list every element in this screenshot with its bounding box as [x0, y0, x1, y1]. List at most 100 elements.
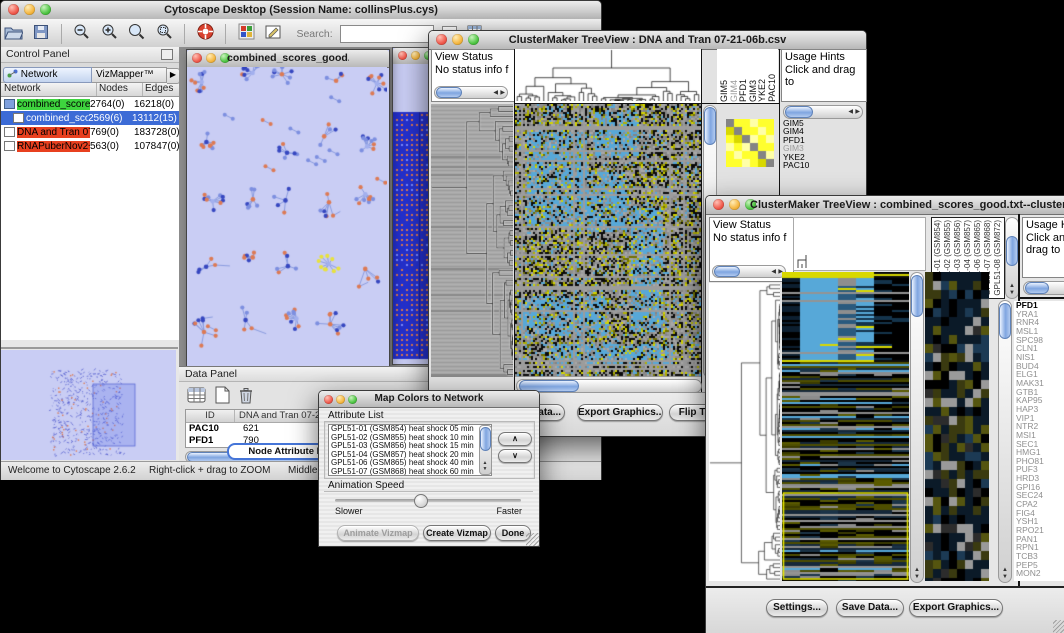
close-button[interactable]: [398, 51, 407, 60]
network-window-1-titlebar[interactable]: combined_scores_good.txt--cluste...: [187, 50, 389, 68]
tab-vizmapper[interactable]: VizMapper™: [92, 67, 167, 83]
scroll-up-icon[interactable]: ▲: [1002, 567, 1008, 573]
gene-label[interactable]: MON2: [1016, 569, 1064, 578]
close-button[interactable]: [713, 199, 724, 210]
tv2-button-bar: Settings... Save Data... Export Graphics…: [706, 586, 1064, 633]
scroll-down-icon[interactable]: ▼: [1002, 574, 1008, 580]
open-file-icon[interactable]: [4, 24, 23, 45]
attribute-list-item[interactable]: GPL51-07 (GSM868) heat shock 60 min: [329, 468, 491, 476]
tv2-zoom-view[interactable]: [925, 272, 989, 581]
tv1-view-status-text: No status info f: [435, 64, 515, 77]
network-folder-icon: [4, 99, 15, 109]
scroll-right-icon[interactable]: ▶: [855, 109, 860, 115]
zoom-in-icon[interactable]: [101, 23, 118, 45]
scroll-down-icon[interactable]: ▼: [1009, 290, 1015, 296]
toolbar-separator: [184, 24, 185, 44]
birdseye-view-canvas[interactable]: [1, 350, 176, 460]
tv1-column-label[interactable]: PFD1: [738, 79, 748, 102]
scroll-down-icon[interactable]: ▼: [483, 466, 488, 472]
move-up-button[interactable]: ∧: [498, 432, 532, 446]
tv2-heatmap-vscrollbar[interactable]: ▲ ▼: [910, 272, 924, 583]
float-panel-icon[interactable]: [161, 49, 173, 60]
tv2-settings-button[interactable]: Settings...: [766, 599, 828, 617]
network-file-icon: [13, 113, 24, 123]
tv2-column-label[interactable]: GPL51-08 (GSM872): [993, 220, 1002, 296]
minimize-button[interactable]: [729, 199, 740, 210]
scroll-up-icon[interactable]: ▲: [914, 567, 920, 573]
tv1-row-dendrogram[interactable]: [431, 104, 513, 377]
minimize-button[interactable]: [24, 4, 35, 15]
minimize-button[interactable]: [206, 53, 216, 63]
tv1-column-dendrogram[interactable]: [515, 49, 701, 103]
tv2-view-status-hscrollbar[interactable]: ◀ ▶: [712, 265, 786, 278]
scroll-right-icon[interactable]: ▶: [500, 90, 505, 96]
zoom-button[interactable]: [348, 395, 357, 404]
tab-network[interactable]: Network: [3, 67, 92, 83]
tv1-heatmap[interactable]: [515, 104, 701, 377]
col-header-nodes[interactable]: Nodes: [97, 83, 143, 96]
tv1-column-label[interactable]: YKE2: [757, 79, 767, 102]
move-down-button[interactable]: ∨: [498, 449, 532, 463]
tv1-row-label[interactable]: PAC10: [783, 161, 861, 169]
minimize-button[interactable]: [452, 34, 463, 45]
speed-slider-thumb[interactable]: [414, 494, 428, 508]
zoom-out-icon[interactable]: [73, 23, 90, 45]
network-list-row[interactable]: RNAPuberNov2+l563(0)107847(0): [1, 139, 179, 153]
tv1-column-label[interactable]: GIM5: [719, 80, 729, 102]
attr-col-id[interactable]: ID: [186, 410, 235, 422]
treeview2-title: ClusterMaker TreeView : combined_scores_…: [750, 199, 1064, 211]
tv2-gene-list-vscrollbar[interactable]: ▲ ▼: [998, 300, 1012, 583]
delete-attribute-trash-icon[interactable]: [237, 386, 255, 409]
scroll-down-icon[interactable]: ▼: [914, 574, 920, 580]
toolbar-separator: [61, 24, 62, 44]
cytoscape-titlebar[interactable]: Cytoscape Desktop (Session Name: collins…: [1, 1, 601, 20]
col-header-network[interactable]: Network: [1, 83, 97, 96]
speed-slider-track[interactable]: [335, 499, 521, 502]
animate-v izmap-button[interactable]: Animate Vizmap: [337, 525, 419, 541]
treeview2-titlebar[interactable]: ClusterMaker TreeView : combined_scores_…: [706, 196, 1064, 215]
tv1-heatmap-hscrollbar[interactable]: [516, 379, 702, 393]
scroll-left-icon[interactable]: ◀: [848, 109, 853, 115]
close-button[interactable]: [324, 395, 333, 404]
network-list-row[interactable]: combined_scores2764(0)16218(0): [1, 97, 179, 111]
network-list-row[interactable]: DNA and Tran 07769(0)183728(0): [1, 125, 179, 139]
help-lifering-icon[interactable]: [197, 23, 214, 45]
network-canvas-1[interactable]: [187, 67, 387, 367]
col-header-edges[interactable]: Edges: [143, 83, 179, 96]
tv1-view-status-hscrollbar[interactable]: ◀ ▶: [434, 86, 508, 99]
tv2-heatmap[interactable]: [782, 272, 909, 581]
minimize-button[interactable]: [336, 395, 345, 404]
table-view-icon[interactable]: [187, 386, 207, 409]
close-button[interactable]: [436, 34, 447, 45]
zoom-fit-icon[interactable]: [156, 23, 173, 45]
tv2-column-dendrogram-area[interactable]: [793, 217, 926, 271]
tv2-save-data-button[interactable]: Save Data...: [836, 599, 904, 617]
minimize-button[interactable]: [411, 51, 420, 60]
save-icon[interactable]: [33, 24, 49, 45]
dialog-titlebar[interactable]: Map Colors to Network: [319, 391, 539, 408]
scroll-left-icon[interactable]: ◀: [771, 269, 776, 275]
close-button[interactable]: [192, 53, 202, 63]
tv1-global-mini-heatmap[interactable]: [726, 119, 774, 167]
resize-grip[interactable]: [526, 533, 539, 546]
attribute-list-vscrollbar[interactable]: ▲ ▼: [479, 425, 492, 475]
tv1-column-label[interactable]: PAC10: [767, 74, 777, 102]
search-input[interactable]: [340, 25, 434, 43]
tv1-export-graphics-button[interactable]: Export Graphics...: [577, 404, 663, 421]
scroll-up-icon[interactable]: ▲: [1009, 283, 1015, 289]
zoom-selected-icon[interactable]: [128, 23, 145, 45]
resize-grip[interactable]: [1053, 620, 1064, 633]
annotation-icon[interactable]: [265, 24, 283, 45]
create-vizmap-button[interactable]: Create Vizmap: [423, 525, 491, 541]
tv2-usage-hints-hscrollbar[interactable]: [1023, 281, 1064, 295]
treeview1-titlebar[interactable]: ClusterMaker TreeView : DNA and Tran 07-…: [429, 31, 866, 50]
tv2-column-labels-vscrollbar[interactable]: ▲ ▼: [1005, 217, 1019, 299]
new-attribute-icon[interactable]: [213, 386, 231, 409]
scroll-left-icon[interactable]: ◀: [493, 90, 498, 96]
plugin-icon[interactable]: [238, 23, 255, 45]
tv2-row-dendrogram[interactable]: [709, 283, 780, 581]
tv1-usage-hints-hscrollbar[interactable]: ◀ ▶: [783, 105, 863, 119]
tv2-export-graphics-button[interactable]: Export Graphics...: [909, 599, 1003, 617]
network-list-row[interactable]: combined_sco2569(6)13112(15): [1, 111, 179, 125]
close-button[interactable]: [8, 4, 19, 15]
